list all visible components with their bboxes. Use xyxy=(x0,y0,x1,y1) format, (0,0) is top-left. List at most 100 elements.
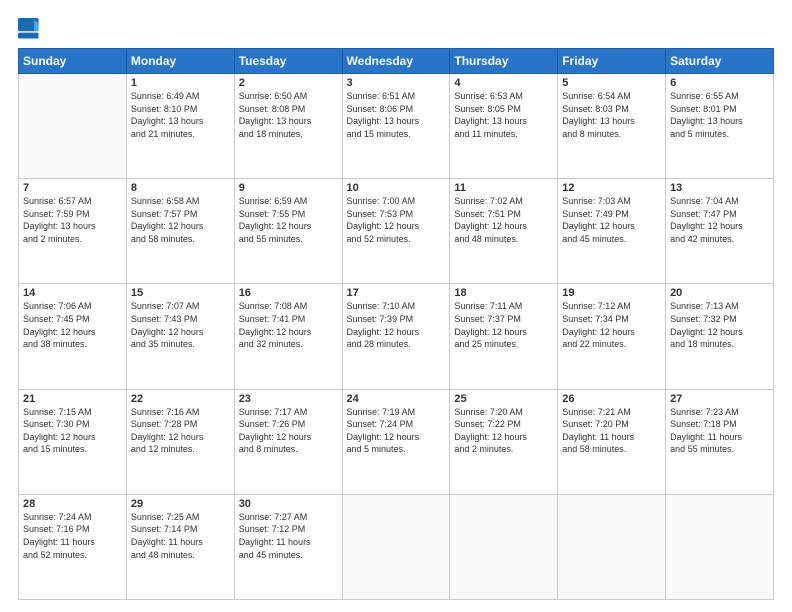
day-number: 7 xyxy=(23,182,122,194)
calendar-cell: 19Sunrise: 7:12 AM Sunset: 7:34 PM Dayli… xyxy=(558,284,666,389)
calendar-header-friday: Friday xyxy=(558,49,666,74)
day-number: 1 xyxy=(131,77,230,89)
day-number: 4 xyxy=(454,77,553,89)
day-detail: Sunrise: 7:12 AM Sunset: 7:34 PM Dayligh… xyxy=(562,300,661,350)
day-detail: Sunrise: 6:51 AM Sunset: 8:06 PM Dayligh… xyxy=(347,90,446,140)
day-number: 12 xyxy=(562,182,661,194)
calendar-cell: 29Sunrise: 7:25 AM Sunset: 7:14 PM Dayli… xyxy=(126,494,234,599)
day-detail: Sunrise: 7:24 AM Sunset: 7:16 PM Dayligh… xyxy=(23,511,122,561)
logo xyxy=(18,18,42,40)
day-detail: Sunrise: 7:16 AM Sunset: 7:28 PM Dayligh… xyxy=(131,406,230,456)
day-number: 11 xyxy=(454,182,553,194)
calendar-week-3: 14Sunrise: 7:06 AM Sunset: 7:45 PM Dayli… xyxy=(19,284,774,389)
calendar-cell: 5Sunrise: 6:54 AM Sunset: 8:03 PM Daylig… xyxy=(558,74,666,179)
day-detail: Sunrise: 7:21 AM Sunset: 7:20 PM Dayligh… xyxy=(562,406,661,456)
day-detail: Sunrise: 6:50 AM Sunset: 8:08 PM Dayligh… xyxy=(239,90,338,140)
day-detail: Sunrise: 7:08 AM Sunset: 7:41 PM Dayligh… xyxy=(239,300,338,350)
calendar-header-sunday: Sunday xyxy=(19,49,127,74)
calendar-header-tuesday: Tuesday xyxy=(234,49,342,74)
calendar-header-thursday: Thursday xyxy=(450,49,558,74)
calendar-cell: 8Sunrise: 6:58 AM Sunset: 7:57 PM Daylig… xyxy=(126,179,234,284)
calendar-week-5: 28Sunrise: 7:24 AM Sunset: 7:16 PM Dayli… xyxy=(19,494,774,599)
day-number: 17 xyxy=(347,287,446,299)
calendar-cell: 15Sunrise: 7:07 AM Sunset: 7:43 PM Dayli… xyxy=(126,284,234,389)
day-number: 19 xyxy=(562,287,661,299)
day-number: 26 xyxy=(562,393,661,405)
day-detail: Sunrise: 6:59 AM Sunset: 7:55 PM Dayligh… xyxy=(239,195,338,245)
day-detail: Sunrise: 6:55 AM Sunset: 8:01 PM Dayligh… xyxy=(670,90,769,140)
day-number: 2 xyxy=(239,77,338,89)
day-number: 8 xyxy=(131,182,230,194)
day-detail: Sunrise: 7:11 AM Sunset: 7:37 PM Dayligh… xyxy=(454,300,553,350)
day-detail: Sunrise: 7:27 AM Sunset: 7:12 PM Dayligh… xyxy=(239,511,338,561)
day-number: 22 xyxy=(131,393,230,405)
calendar-cell: 21Sunrise: 7:15 AM Sunset: 7:30 PM Dayli… xyxy=(19,389,127,494)
day-detail: Sunrise: 7:17 AM Sunset: 7:26 PM Dayligh… xyxy=(239,406,338,456)
header xyxy=(18,18,774,40)
day-number: 28 xyxy=(23,498,122,510)
day-detail: Sunrise: 7:19 AM Sunset: 7:24 PM Dayligh… xyxy=(347,406,446,456)
day-number: 24 xyxy=(347,393,446,405)
day-number: 14 xyxy=(23,287,122,299)
day-detail: Sunrise: 7:10 AM Sunset: 7:39 PM Dayligh… xyxy=(347,300,446,350)
day-detail: Sunrise: 7:23 AM Sunset: 7:18 PM Dayligh… xyxy=(670,406,769,456)
day-detail: Sunrise: 6:49 AM Sunset: 8:10 PM Dayligh… xyxy=(131,90,230,140)
calendar-cell: 10Sunrise: 7:00 AM Sunset: 7:53 PM Dayli… xyxy=(342,179,450,284)
day-number: 29 xyxy=(131,498,230,510)
calendar-cell xyxy=(450,494,558,599)
day-number: 21 xyxy=(23,393,122,405)
day-detail: Sunrise: 7:06 AM Sunset: 7:45 PM Dayligh… xyxy=(23,300,122,350)
calendar-cell: 7Sunrise: 6:57 AM Sunset: 7:59 PM Daylig… xyxy=(19,179,127,284)
calendar-cell: 13Sunrise: 7:04 AM Sunset: 7:47 PM Dayli… xyxy=(666,179,774,284)
calendar-cell: 16Sunrise: 7:08 AM Sunset: 7:41 PM Dayli… xyxy=(234,284,342,389)
calendar-cell: 30Sunrise: 7:27 AM Sunset: 7:12 PM Dayli… xyxy=(234,494,342,599)
day-number: 23 xyxy=(239,393,338,405)
calendar-cell xyxy=(666,494,774,599)
day-number: 10 xyxy=(347,182,446,194)
calendar-cell: 6Sunrise: 6:55 AM Sunset: 8:01 PM Daylig… xyxy=(666,74,774,179)
day-detail: Sunrise: 6:54 AM Sunset: 8:03 PM Dayligh… xyxy=(562,90,661,140)
calendar-header-wednesday: Wednesday xyxy=(342,49,450,74)
day-detail: Sunrise: 6:57 AM Sunset: 7:59 PM Dayligh… xyxy=(23,195,122,245)
day-number: 5 xyxy=(562,77,661,89)
calendar-week-1: 1Sunrise: 6:49 AM Sunset: 8:10 PM Daylig… xyxy=(19,74,774,179)
calendar-cell: 17Sunrise: 7:10 AM Sunset: 7:39 PM Dayli… xyxy=(342,284,450,389)
day-number: 6 xyxy=(670,77,769,89)
day-number: 3 xyxy=(347,77,446,89)
calendar-cell: 24Sunrise: 7:19 AM Sunset: 7:24 PM Dayli… xyxy=(342,389,450,494)
calendar-cell: 3Sunrise: 6:51 AM Sunset: 8:06 PM Daylig… xyxy=(342,74,450,179)
calendar-cell: 18Sunrise: 7:11 AM Sunset: 7:37 PM Dayli… xyxy=(450,284,558,389)
calendar-cell: 4Sunrise: 6:53 AM Sunset: 8:05 PM Daylig… xyxy=(450,74,558,179)
day-detail: Sunrise: 7:15 AM Sunset: 7:30 PM Dayligh… xyxy=(23,406,122,456)
logo-icon xyxy=(18,18,40,40)
calendar-header-saturday: Saturday xyxy=(666,49,774,74)
calendar-cell: 22Sunrise: 7:16 AM Sunset: 7:28 PM Dayli… xyxy=(126,389,234,494)
day-detail: Sunrise: 7:02 AM Sunset: 7:51 PM Dayligh… xyxy=(454,195,553,245)
day-number: 20 xyxy=(670,287,769,299)
day-detail: Sunrise: 6:53 AM Sunset: 8:05 PM Dayligh… xyxy=(454,90,553,140)
calendar-header-monday: Monday xyxy=(126,49,234,74)
page: SundayMondayTuesdayWednesdayThursdayFrid… xyxy=(0,0,792,612)
calendar-cell: 9Sunrise: 6:59 AM Sunset: 7:55 PM Daylig… xyxy=(234,179,342,284)
day-detail: Sunrise: 6:58 AM Sunset: 7:57 PM Dayligh… xyxy=(131,195,230,245)
calendar-cell: 27Sunrise: 7:23 AM Sunset: 7:18 PM Dayli… xyxy=(666,389,774,494)
day-number: 9 xyxy=(239,182,338,194)
calendar-cell: 14Sunrise: 7:06 AM Sunset: 7:45 PM Dayli… xyxy=(19,284,127,389)
calendar-cell xyxy=(558,494,666,599)
day-number: 25 xyxy=(454,393,553,405)
day-detail: Sunrise: 7:07 AM Sunset: 7:43 PM Dayligh… xyxy=(131,300,230,350)
calendar-header-row: SundayMondayTuesdayWednesdayThursdayFrid… xyxy=(19,49,774,74)
day-detail: Sunrise: 7:25 AM Sunset: 7:14 PM Dayligh… xyxy=(131,511,230,561)
calendar-cell: 25Sunrise: 7:20 AM Sunset: 7:22 PM Dayli… xyxy=(450,389,558,494)
calendar-cell: 2Sunrise: 6:50 AM Sunset: 8:08 PM Daylig… xyxy=(234,74,342,179)
day-detail: Sunrise: 7:13 AM Sunset: 7:32 PM Dayligh… xyxy=(670,300,769,350)
day-detail: Sunrise: 7:04 AM Sunset: 7:47 PM Dayligh… xyxy=(670,195,769,245)
day-number: 30 xyxy=(239,498,338,510)
calendar-cell: 1Sunrise: 6:49 AM Sunset: 8:10 PM Daylig… xyxy=(126,74,234,179)
calendar-week-2: 7Sunrise: 6:57 AM Sunset: 7:59 PM Daylig… xyxy=(19,179,774,284)
day-number: 15 xyxy=(131,287,230,299)
calendar-cell xyxy=(342,494,450,599)
day-detail: Sunrise: 7:20 AM Sunset: 7:22 PM Dayligh… xyxy=(454,406,553,456)
day-detail: Sunrise: 7:03 AM Sunset: 7:49 PM Dayligh… xyxy=(562,195,661,245)
day-number: 13 xyxy=(670,182,769,194)
